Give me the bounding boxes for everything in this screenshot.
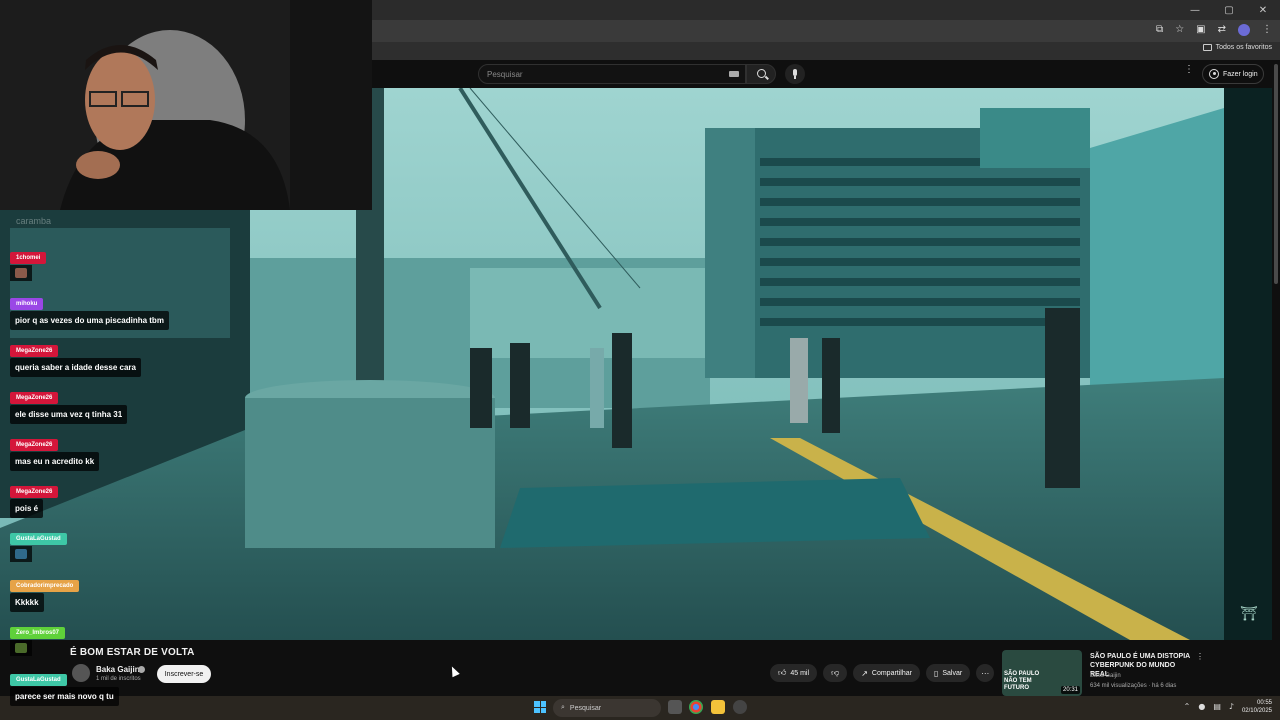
video-side-panel	[1224, 88, 1272, 640]
dislike-button[interactable]: 👎︎	[823, 664, 848, 682]
stream-chat-overlay: caramba 1chomei mihoku pior q as vezes d…	[6, 212, 206, 712]
recommended-stats: 634 mil visualizações · há 6 dias	[1090, 683, 1177, 689]
video-actions: 👍︎ 45 mil 👎︎ ↗ Compartilhar ▯ Salvar ⋯	[770, 664, 995, 682]
keyboard-icon[interactable]	[729, 71, 739, 77]
all-bookmarks-button[interactable]: Todos os favoritos	[1202, 44, 1272, 51]
search-icon: ⌕	[561, 704, 565, 711]
search-input[interactable]	[485, 67, 715, 81]
chat-emote	[10, 546, 32, 562]
chat-text: queria saber a idade desse cara	[10, 358, 141, 377]
search-box	[478, 64, 746, 84]
window-controls: — ▢ ✕	[1178, 0, 1280, 20]
chat-message: mihoku pior q as vezes do uma piscadinha…	[10, 292, 169, 330]
recommended-menu-icon[interactable]: ⋮	[1196, 652, 1204, 661]
page-scrollbar[interactable]	[1272, 60, 1280, 696]
chat-message: 1chomei	[10, 246, 47, 286]
chat-username: 1chomei	[10, 252, 47, 264]
settings-menu-icon[interactable]: ⋮	[1184, 65, 1194, 80]
maximize-icon[interactable]: ▢	[1212, 0, 1246, 20]
search-button[interactable]	[746, 64, 776, 84]
chat-text: parece ser mais novo q tu	[10, 687, 119, 706]
bookmark-star-icon[interactable]: ☆	[1175, 24, 1184, 36]
install-app-icon[interactable]: ⧉	[1156, 24, 1163, 36]
thumbnail-text: SÃO PAULO NÃO TEM FUTURO	[1004, 671, 1040, 691]
extensions-icon[interactable]: ▣	[1196, 24, 1205, 36]
voice-search-button[interactable]	[785, 64, 805, 84]
chat-message: MegaZone26 pois é	[10, 480, 59, 518]
browser-menu-icon[interactable]: ⋮	[1262, 24, 1272, 36]
chat-faded-message: caramba	[16, 216, 52, 226]
chat-emote	[10, 265, 32, 281]
share-button[interactable]: ↗ Compartilhar	[853, 664, 920, 682]
clock-time: 00:55	[1256, 700, 1272, 706]
webcam-feed	[0, 0, 372, 210]
network-icon[interactable]: ▤	[1213, 702, 1221, 711]
video-duration: 20:31	[1060, 686, 1080, 694]
chat-text: Kkkkk	[10, 593, 44, 612]
profile-avatar[interactable]	[1238, 24, 1250, 36]
thumbs-up-icon: 👍︎	[778, 668, 787, 677]
app-icon[interactable]	[733, 700, 747, 714]
taskbar-search[interactable]: ⌕ Pesquisar	[553, 699, 661, 717]
chat-username: GustaLaGustad	[10, 533, 67, 545]
minimize-icon[interactable]: —	[1178, 0, 1212, 20]
save-button[interactable]: ▯ Salvar	[925, 664, 971, 682]
task-view-icon[interactable]	[668, 700, 682, 714]
chat-username: MegaZone26	[10, 439, 59, 451]
chat-emote	[10, 640, 32, 656]
chat-message: Cobradorimprecado Kkkkk	[10, 574, 80, 612]
bookmark-icon: ▯	[933, 668, 939, 678]
search-icon	[757, 69, 766, 78]
clock-date: 02/10/2025	[1241, 708, 1272, 714]
chat-message: MegaZone26 ele disse uma vez q tinha 31	[10, 386, 128, 424]
chevron-up-icon[interactable]: ⌃	[1184, 702, 1191, 711]
chat-username: Zero_Imbros07	[10, 627, 66, 639]
chat-username: MegaZone26	[10, 486, 59, 498]
close-icon[interactable]: ✕	[1246, 0, 1280, 20]
chat-message: Zero_Imbros07	[10, 621, 66, 661]
share-icon: ↗	[861, 668, 868, 678]
chrome-icon[interactable]	[689, 700, 703, 714]
chat-message: GustaLaGustad parece ser mais novo q tu	[10, 668, 119, 706]
recommended-thumbnail[interactable]: SÃO PAULO NÃO TEM FUTURO 20:31	[1002, 650, 1082, 696]
chat-message: GustaLaGustad	[10, 527, 67, 567]
volume-icon[interactable]: ♪	[1229, 702, 1234, 711]
login-button[interactable]: Fazer login	[1202, 64, 1264, 84]
folder-icon	[1202, 44, 1212, 51]
file-explorer-icon[interactable]	[711, 700, 725, 714]
chat-message: MegaZone26 queria saber a idade desse ca…	[10, 339, 141, 377]
taskbar-clock[interactable]: 00:55 02/10/2025	[1242, 699, 1272, 715]
microphone-icon[interactable]: ●	[1198, 702, 1205, 711]
recommended-channel[interactable]: Baka Gaijin	[1090, 673, 1121, 679]
chat-username: Cobradorimprecado	[10, 580, 80, 592]
chat-text: pior q as vezes do uma piscadinha tbm	[10, 311, 169, 330]
microphone-icon	[793, 69, 797, 76]
like-count: 45 mil	[790, 669, 810, 677]
system-tray: ⌃ ● ▤ ♪	[1184, 702, 1234, 711]
windows-start-icon[interactable]	[534, 701, 546, 713]
chat-username: MegaZone26	[10, 392, 59, 404]
chat-username: MegaZone26	[10, 345, 59, 357]
chat-text: ele disse uma vez q tinha 31	[10, 405, 128, 424]
chat-username: mihoku	[10, 298, 44, 310]
chat-text: mas eu n acredito kk	[10, 452, 100, 471]
chat-username: GustaLaGustad	[10, 674, 67, 686]
streamer-webcam	[0, 0, 372, 210]
channel-watermark-icon[interactable]: ⛩	[1240, 606, 1260, 626]
cast-icon[interactable]: ⇄	[1218, 24, 1226, 36]
account-icon	[1209, 69, 1219, 79]
thumbs-down-icon: 👎︎	[831, 668, 840, 677]
chat-message: MegaZone26 mas eu n acredito kk	[10, 433, 100, 471]
scrollbar-thumb[interactable]	[1274, 64, 1278, 284]
chat-text: pois é	[10, 499, 44, 518]
like-button[interactable]: 👍︎ 45 mil	[770, 664, 818, 682]
more-actions-icon[interactable]: ⋯	[976, 664, 995, 682]
